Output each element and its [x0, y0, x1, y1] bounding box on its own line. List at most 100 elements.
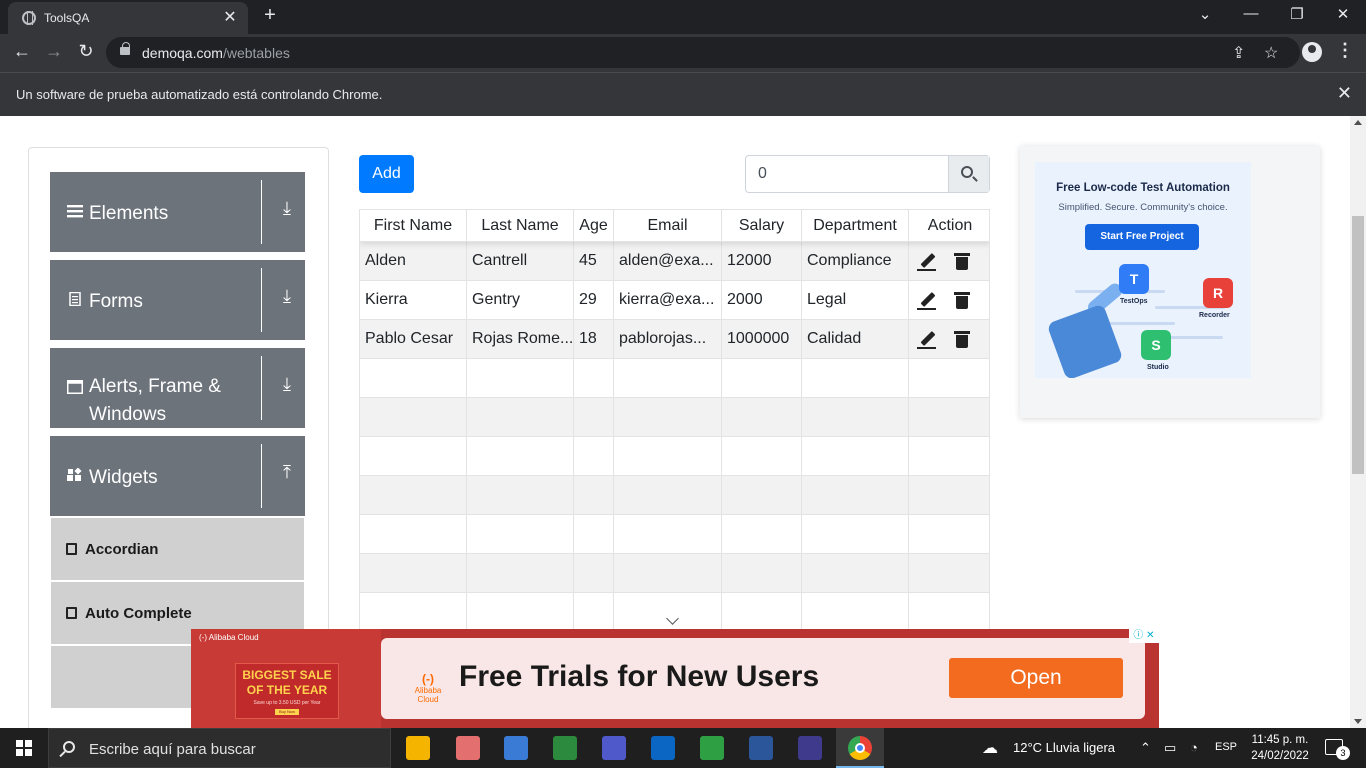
table-cell-salary: 12000: [722, 242, 802, 280]
decor-line: [1163, 336, 1223, 339]
back-arrow-icon[interactable]: ←: [10, 41, 34, 62]
wifi-icon[interactable]: ◔: [1190, 740, 1198, 755]
sidebar-item-accordian[interactable]: Accordian: [51, 518, 304, 580]
empty-cell: [802, 476, 909, 514]
column-header-first-name[interactable]: First Name: [360, 210, 467, 241]
forward-arrow-icon[interactable]: →: [42, 41, 66, 62]
share-icon[interactable]: ⇪: [1232, 43, 1245, 63]
empty-cell: [467, 398, 574, 436]
paint-icon[interactable]: [456, 736, 480, 760]
tab-close-button[interactable]: ✕: [220, 7, 240, 27]
delete-trash-icon[interactable]: [953, 291, 971, 309]
table-cell-first: Alden: [360, 242, 467, 280]
recorder-tile: R: [1203, 278, 1233, 308]
address-bar[interactable]: demoqa.com/webtables ⇪ ☆: [106, 37, 1300, 68]
empty-cell: [722, 515, 802, 553]
language-indicator[interactable]: ESP: [1215, 741, 1237, 753]
browser-toolbar: ← → ↻ demoqa.com/webtables ⇪ ☆ ⋮: [0, 34, 1366, 72]
edit-pencil-icon[interactable]: [917, 330, 936, 349]
file-explorer-icon[interactable]: [406, 736, 430, 760]
sidebar-group-label: Elements: [89, 203, 169, 224]
side-advertisement[interactable]: Free Low-code Test Automation Simplified…: [1020, 146, 1320, 418]
automation-message: Un software de prueba automatizado está …: [16, 87, 383, 102]
system-clock[interactable]: 11:45 p. m. 24/02/2022: [1244, 732, 1316, 764]
page-scrollbar[interactable]: [1350, 116, 1366, 728]
sidebar-group-forms[interactable]: Forms ⤓: [50, 260, 305, 340]
empty-cell: [802, 359, 909, 397]
delete-trash-icon[interactable]: [953, 330, 971, 348]
scrollbar-thumb[interactable]: [1352, 216, 1364, 474]
empty-cell: [802, 593, 909, 631]
network-icon[interactable]: [504, 736, 528, 760]
scroll-up-icon[interactable]: [1354, 120, 1362, 125]
outlook-icon[interactable]: [651, 736, 675, 760]
windows-start-icon[interactable]: [16, 740, 32, 756]
ad-creative[interactable]: Free Low-code Test Automation Simplified…: [1035, 162, 1251, 378]
chrome-icon[interactable]: [848, 736, 872, 760]
action-cell: [909, 242, 989, 280]
word-icon[interactable]: [749, 736, 773, 760]
infobar-close-button[interactable]: ✕: [1337, 83, 1352, 104]
banner-brand: (-) Alibaba Cloud: [199, 633, 259, 642]
minimize-button[interactable]: —: [1236, 5, 1266, 22]
table-cell-email: alden@exa...: [614, 242, 722, 280]
search-input[interactable]: [746, 156, 949, 192]
sale-badge: BIGGEST SALE OF THE YEAR Save up to 3.50…: [235, 663, 339, 719]
close-window-button[interactable]: ✕: [1328, 5, 1358, 23]
sidebar-group-widgets[interactable]: Widgets ⤒: [50, 436, 305, 516]
profile-avatar-icon[interactable]: [1302, 42, 1322, 62]
sidebar-group-label: Forms: [89, 291, 143, 312]
tool-icon[interactable]: [700, 736, 724, 760]
open-button[interactable]: Open: [949, 658, 1123, 698]
start-free-project-button[interactable]: Start Free Project: [1085, 224, 1199, 250]
sidebar-group-elements[interactable]: Elements ⤓: [50, 172, 305, 252]
eclipse-icon[interactable]: [798, 736, 822, 760]
adchoices-icon[interactable]: ⓘ ✕: [1129, 629, 1159, 643]
new-tab-button[interactable]: +: [258, 4, 282, 27]
empty-cell: [360, 515, 467, 553]
tab-search-button[interactable]: ⌄: [1190, 5, 1220, 23]
ad-subline: Simplified. Secure. Community's choice.: [1058, 202, 1228, 213]
chevron-up-icon[interactable]: ⌃: [1140, 740, 1151, 756]
column-header-last-name[interactable]: Last Name: [467, 210, 574, 241]
scroll-down-icon[interactable]: [1354, 719, 1362, 724]
teams-icon[interactable]: [602, 736, 626, 760]
menu-kebab-icon[interactable]: ⋮: [1336, 40, 1354, 61]
empty-cell: [360, 398, 467, 436]
search-button[interactable]: [948, 156, 989, 192]
banner-main[interactable]: (-) Alibaba Cloud Free Trials for New Use…: [381, 638, 1145, 719]
empty-cell: [909, 476, 989, 514]
sale-buy-button[interactable]: Buy Now: [275, 709, 299, 715]
weather-text[interactable]: 12°C Lluvia ligera: [1013, 740, 1115, 755]
sale-small-text: Save up to 3.50 USD per Year: [253, 700, 321, 706]
table-cell-age: 29: [574, 281, 614, 319]
media-player-icon[interactable]: [553, 736, 577, 760]
table-cell-first: Pablo Cesar: [360, 320, 467, 358]
empty-cell: [802, 515, 909, 553]
column-header-email[interactable]: Email: [614, 210, 722, 241]
taskbar-search[interactable]: Escribe aquí para buscar: [48, 728, 391, 768]
column-header-salary[interactable]: Salary: [722, 210, 802, 241]
empty-cell: [574, 515, 614, 553]
weather-cloud-icon[interactable]: ☁: [982, 738, 998, 758]
bookmark-star-icon[interactable]: ☆: [1264, 43, 1278, 63]
column-header-department[interactable]: Department: [802, 210, 909, 241]
delete-trash-icon[interactable]: [953, 252, 971, 270]
reload-icon[interactable]: ↻: [74, 41, 98, 62]
edit-pencil-icon[interactable]: [917, 291, 936, 310]
empty-cell: [467, 437, 574, 475]
banner-advertisement[interactable]: (-) Alibaba Cloud BIGGEST SALE OF THE YE…: [191, 629, 1159, 728]
empty-cell: [614, 476, 722, 514]
url-text[interactable]: demoqa.com/webtables: [142, 45, 290, 61]
sidebar-group-alerts[interactable]: Alerts, Frame & Windows ⤓: [50, 348, 305, 428]
battery-icon[interactable]: ▭: [1164, 740, 1176, 756]
column-header-age[interactable]: Age: [574, 210, 614, 241]
hamburger-icon: [67, 205, 83, 218]
empty-cell: [722, 359, 802, 397]
empty-cell: [909, 437, 989, 475]
notifications-icon[interactable]: 3: [1325, 739, 1350, 760]
restore-button[interactable]: ❐: [1282, 5, 1312, 23]
edit-pencil-icon[interactable]: [917, 252, 936, 271]
browser-tab[interactable]: ToolsQA ✕: [8, 2, 248, 34]
add-button[interactable]: Add: [359, 155, 414, 193]
